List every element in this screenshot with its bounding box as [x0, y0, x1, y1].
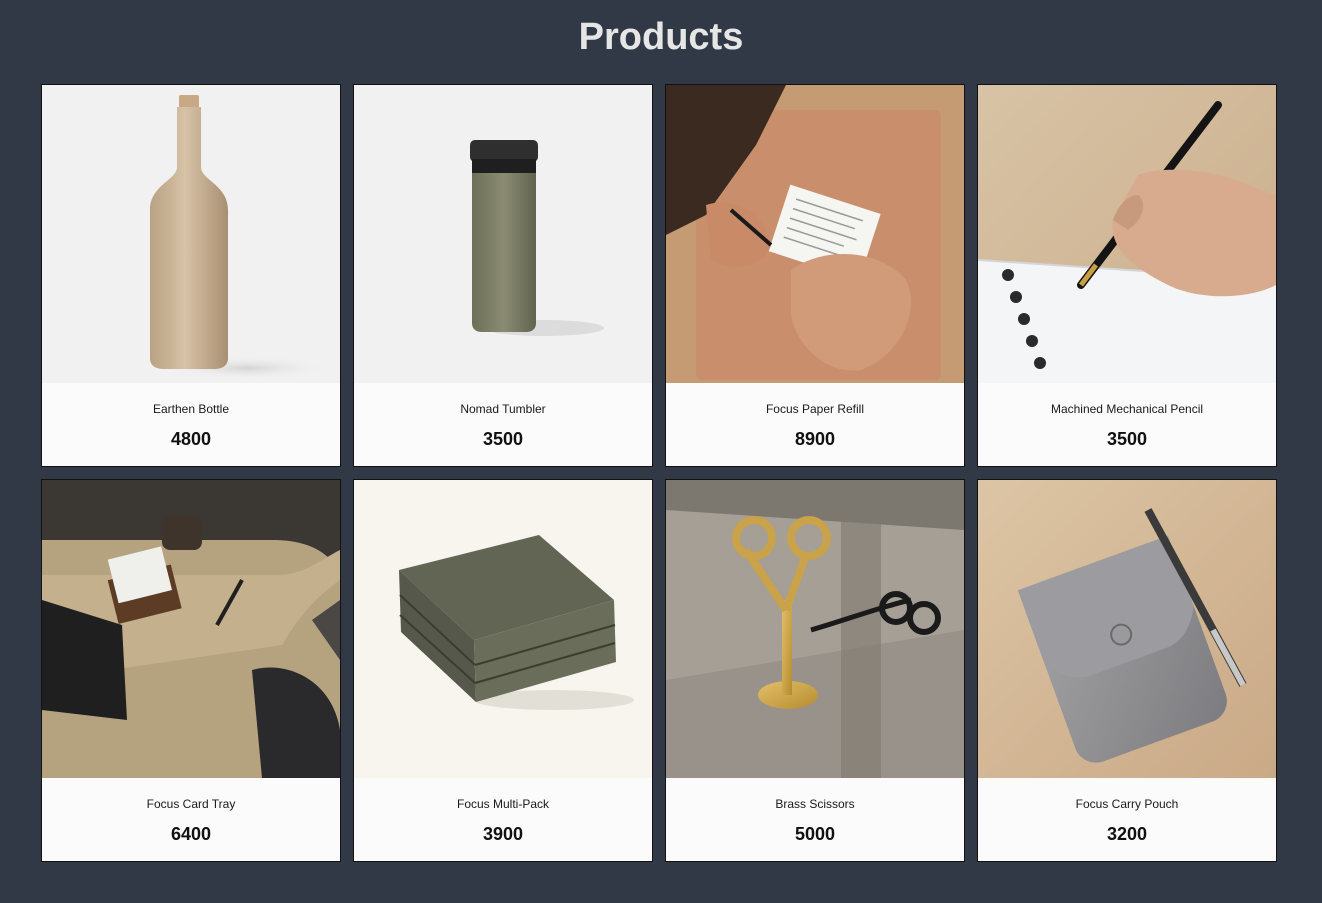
product-name: Focus Paper Refill: [765, 402, 865, 416]
product-image-focus-carry-pouch: [978, 480, 1276, 778]
product-price: 3900: [482, 824, 524, 844]
product-name: Focus Carry Pouch: [1075, 797, 1179, 811]
product-name: Machined Mechanical Pencil: [1050, 402, 1204, 416]
product-image-focus-multi-pack: [354, 480, 652, 778]
product-card[interactable]: Machined Mechanical Pencil 3500: [977, 84, 1277, 467]
product-card[interactable]: Nomad Tumbler 3500: [353, 84, 653, 467]
product-price: 8900: [794, 429, 836, 449]
product-card[interactable]: Focus Paper Refill 8900: [665, 84, 965, 467]
product-card[interactable]: Focus Carry Pouch 3200: [977, 479, 1277, 862]
product-image-focus-card-tray: [42, 480, 340, 778]
product-card[interactable]: Focus Card Tray 6400: [41, 479, 341, 862]
page-title: Products: [578, 16, 744, 58]
product-card[interactable]: Focus Multi-Pack 3900: [353, 479, 653, 862]
product-name: Earthen Bottle: [152, 402, 230, 416]
product-card[interactable]: Brass Scissors 5000: [665, 479, 965, 862]
product-name: Brass Scissors: [775, 797, 855, 811]
product-card[interactable]: Earthen Bottle 4800: [41, 84, 341, 467]
product-image-mechanical-pencil: [978, 85, 1276, 383]
product-price: 5000: [794, 824, 836, 844]
product-price: 4800: [170, 429, 212, 449]
product-price: 6400: [170, 824, 212, 844]
product-image-brass-scissors: [666, 480, 964, 778]
product-price: 3200: [1106, 824, 1148, 844]
product-image-earthen-bottle: [42, 85, 340, 383]
product-image-nomad-tumbler: [354, 85, 652, 383]
product-grid: Earthen Bottle 4800 Nomad Tumbler 3500 F…: [41, 84, 1277, 862]
product-price: 3500: [1106, 429, 1148, 449]
product-price: 3500: [482, 429, 524, 449]
product-name: Focus Card Tray: [146, 797, 236, 811]
product-image-focus-paper-refill: [666, 85, 964, 383]
product-name: Focus Multi-Pack: [456, 797, 550, 811]
product-name: Nomad Tumbler: [460, 402, 546, 416]
